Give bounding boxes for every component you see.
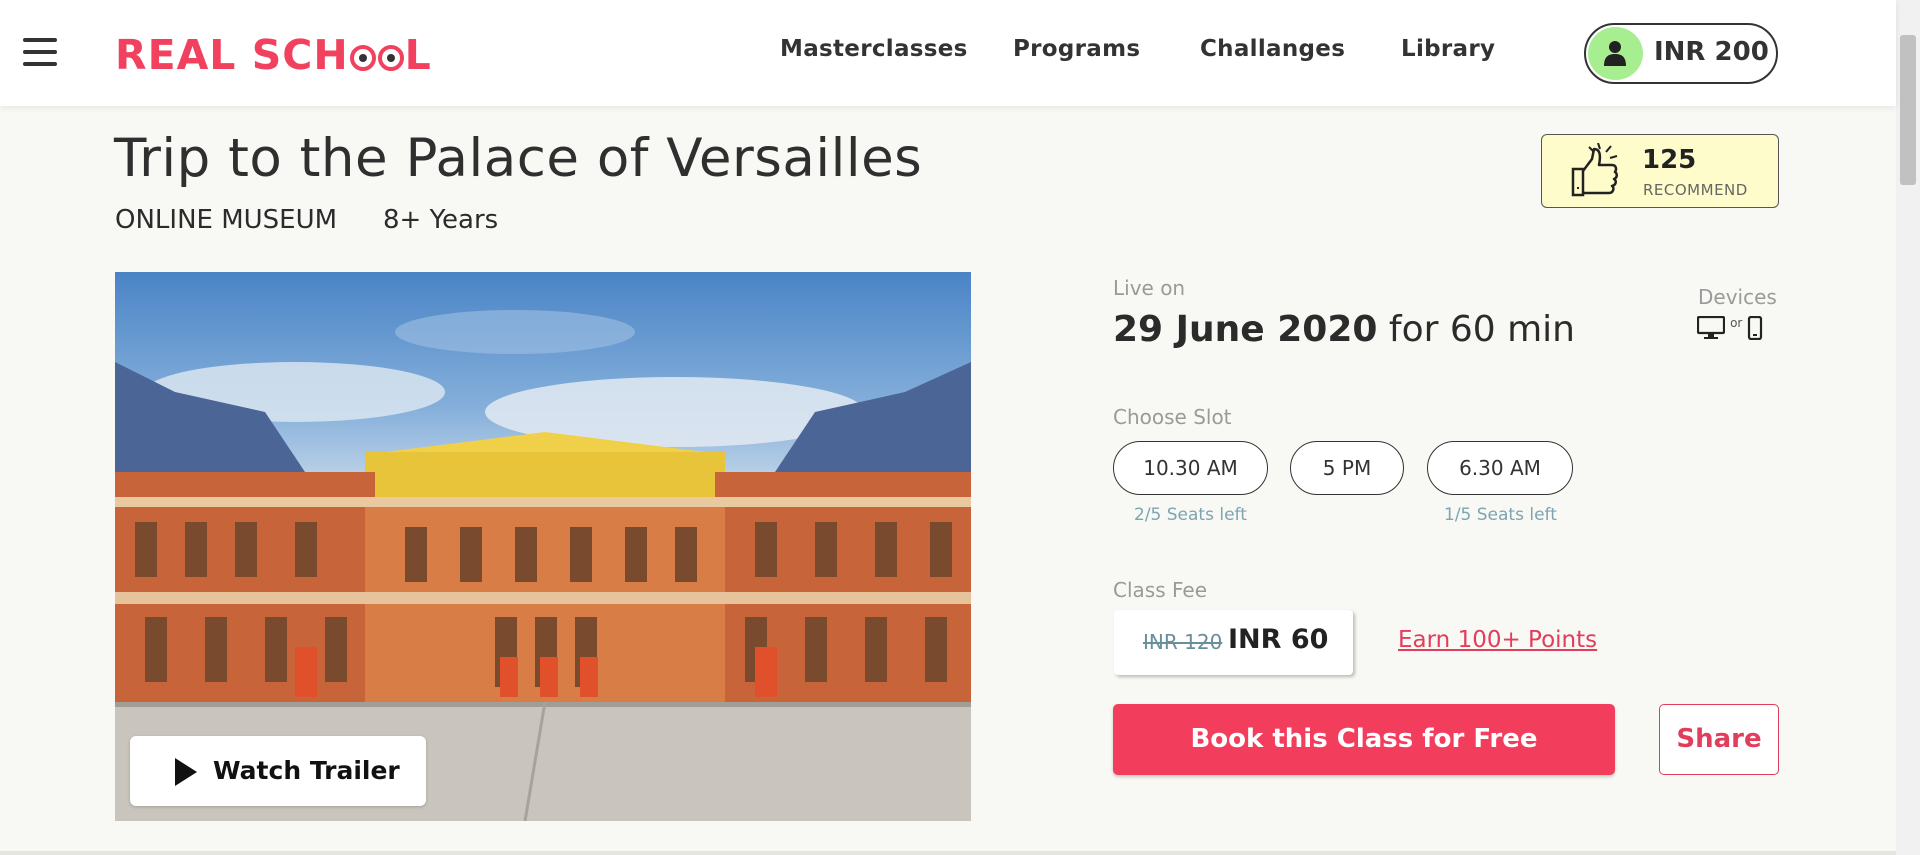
live-on-label: Live on (1113, 276, 1186, 300)
page-scrollbar[interactable] (1896, 0, 1920, 855)
nav-challanges[interactable]: Challanges (1200, 36, 1345, 62)
earn-points-link[interactable]: Earn 100+ Points (1398, 627, 1597, 653)
date-value: 29 June 2020 (1113, 309, 1378, 350)
class-fee-box: INR 120 INR 60 (1114, 610, 1353, 675)
book-class-button[interactable]: Book this Class for Free (1113, 704, 1615, 775)
devices-label: Devices (1698, 285, 1777, 309)
current-price: INR 60 (1228, 624, 1329, 655)
watch-trailer-label: Watch Trailer (213, 756, 400, 785)
logo[interactable]: REAL SCH L (115, 30, 432, 80)
recommend-label: RECOMMEND (1643, 181, 1748, 199)
recommend-count: 125 (1642, 145, 1697, 175)
slot-5pm[interactable]: 5 PM (1290, 441, 1404, 495)
page-title: Trip to the Palace of Versailles (114, 128, 923, 189)
choose-slot-label: Choose Slot (1113, 405, 1232, 429)
play-icon (175, 758, 197, 786)
class-image: Watch Trailer (115, 272, 971, 821)
mobile-icon (1748, 315, 1763, 341)
original-price: INR 120 (1143, 630, 1223, 654)
menu-icon[interactable] (23, 38, 57, 66)
logo-eye-icon (377, 45, 404, 71)
wallet-amount: INR 200 (1654, 37, 1769, 67)
user-icon (1604, 41, 1626, 66)
share-button[interactable]: Share (1659, 704, 1779, 775)
wallet-button[interactable]: INR 200 (1584, 23, 1778, 84)
desktop-icon (1696, 315, 1726, 339)
section-divider (0, 851, 1896, 855)
recommend-button[interactable]: 125 RECOMMEND (1541, 134, 1779, 208)
thumbs-up-icon (1571, 143, 1619, 197)
nav-programs[interactable]: Programs (1013, 36, 1140, 62)
class-fee-label: Class Fee (1113, 578, 1207, 602)
devices-icons: or (1696, 315, 1763, 341)
top-header: REAL SCH L Masterclasses Programs Challan… (0, 0, 1896, 106)
scrollbar-thumb[interactable] (1900, 35, 1916, 185)
logo-text: REAL SCH (115, 31, 349, 79)
slot-630am[interactable]: 6.30 AM (1427, 441, 1573, 495)
nav-library[interactable]: Library (1401, 36, 1495, 62)
duration-value: for 60 min (1388, 309, 1575, 350)
nav-masterclasses[interactable]: Masterclasses (780, 36, 968, 62)
watch-trailer-button[interactable]: Watch Trailer (130, 736, 426, 806)
slot-630am-seats: 1/5 Seats left (1444, 505, 1557, 525)
devices-or: or (1730, 316, 1743, 330)
age-group: 8+ Years (383, 205, 499, 235)
slot-1030am[interactable]: 10.30 AM (1113, 441, 1268, 495)
user-avatar (1588, 27, 1643, 80)
class-date: 29 June 2020 for 60 min (1113, 309, 1575, 350)
logo-text-end: L (404, 31, 432, 79)
logo-eye-icon (349, 45, 376, 71)
class-category: ONLINE MUSEUM (115, 205, 338, 235)
slot-1030am-seats: 2/5 Seats left (1134, 505, 1247, 525)
